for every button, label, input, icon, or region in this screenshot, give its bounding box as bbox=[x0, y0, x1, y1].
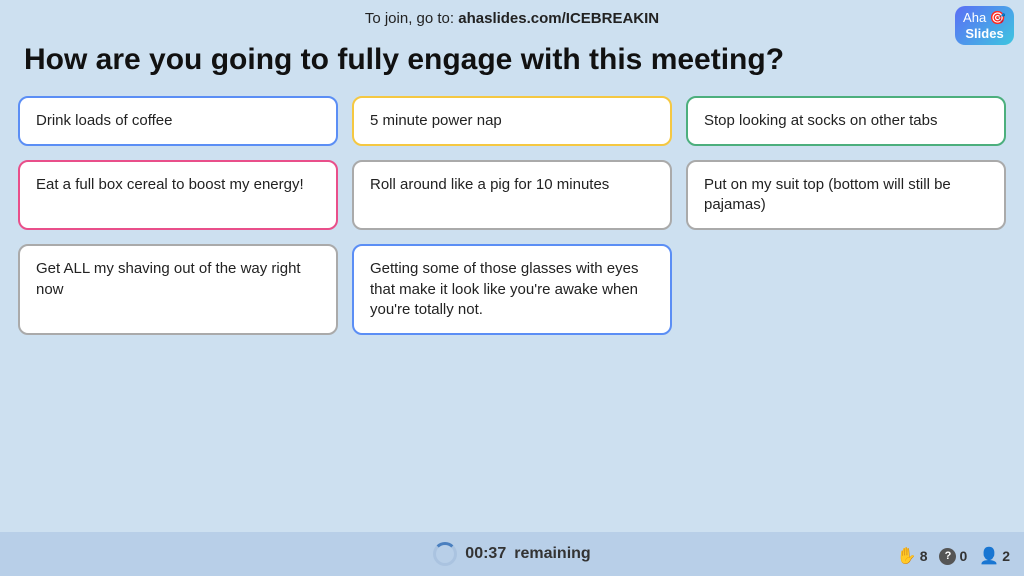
card-8: Getting some of those glasses with eyes … bbox=[352, 244, 672, 335]
cards-grid: Drink loads of coffee 5 minute power nap… bbox=[0, 96, 1024, 336]
hands-status: ✋ 8 bbox=[897, 546, 928, 566]
questions-count: 0 bbox=[959, 548, 967, 564]
timer-area: 00:37 remaining bbox=[433, 542, 590, 566]
card-7: Get ALL my shaving out of the way right … bbox=[18, 244, 338, 335]
card-6: Put on my suit top (bottom will still be… bbox=[686, 160, 1006, 231]
question-icon: ? bbox=[939, 548, 956, 565]
card-2: 5 minute power nap bbox=[352, 96, 672, 146]
timer-spinner bbox=[433, 542, 457, 566]
join-text: To join, go to: bbox=[365, 10, 458, 27]
top-bar: To join, go to: ahaslides.com/ICEBREAKIN… bbox=[0, 0, 1024, 33]
person-icon: 👤 bbox=[979, 546, 999, 566]
status-icons: ✋ 8 ? 0 👤 2 bbox=[897, 546, 1010, 566]
join-instruction: To join, go to: ahaslides.com/ICEBREAKIN bbox=[365, 10, 659, 27]
card-3: Stop looking at socks on other tabs bbox=[686, 96, 1006, 146]
timer-label: remaining bbox=[514, 545, 590, 563]
logo-line1: Aha 🎯 bbox=[963, 10, 1006, 26]
questions-status: ? 0 bbox=[939, 548, 967, 565]
card-1: Drink loads of coffee bbox=[18, 96, 338, 146]
hand-icon: ✋ bbox=[897, 546, 917, 566]
join-url: ahaslides.com/ICEBREAKIN bbox=[458, 10, 659, 27]
timer-time: 00:37 bbox=[465, 545, 506, 563]
people-status: 👤 2 bbox=[979, 546, 1010, 566]
logo-line2: Slides bbox=[963, 26, 1006, 42]
question-heading: How are you going to fully engage with t… bbox=[0, 33, 1024, 92]
card-4: Eat a full box cereal to boost my energy… bbox=[18, 160, 338, 231]
bottom-bar: 00:37 remaining bbox=[0, 532, 1024, 576]
card-5: Roll around like a pig for 10 minutes bbox=[352, 160, 672, 231]
people-count: 2 bbox=[1002, 548, 1010, 564]
aha-slides-logo: Aha 🎯 Slides bbox=[955, 6, 1014, 45]
hands-count: 8 bbox=[920, 548, 928, 564]
